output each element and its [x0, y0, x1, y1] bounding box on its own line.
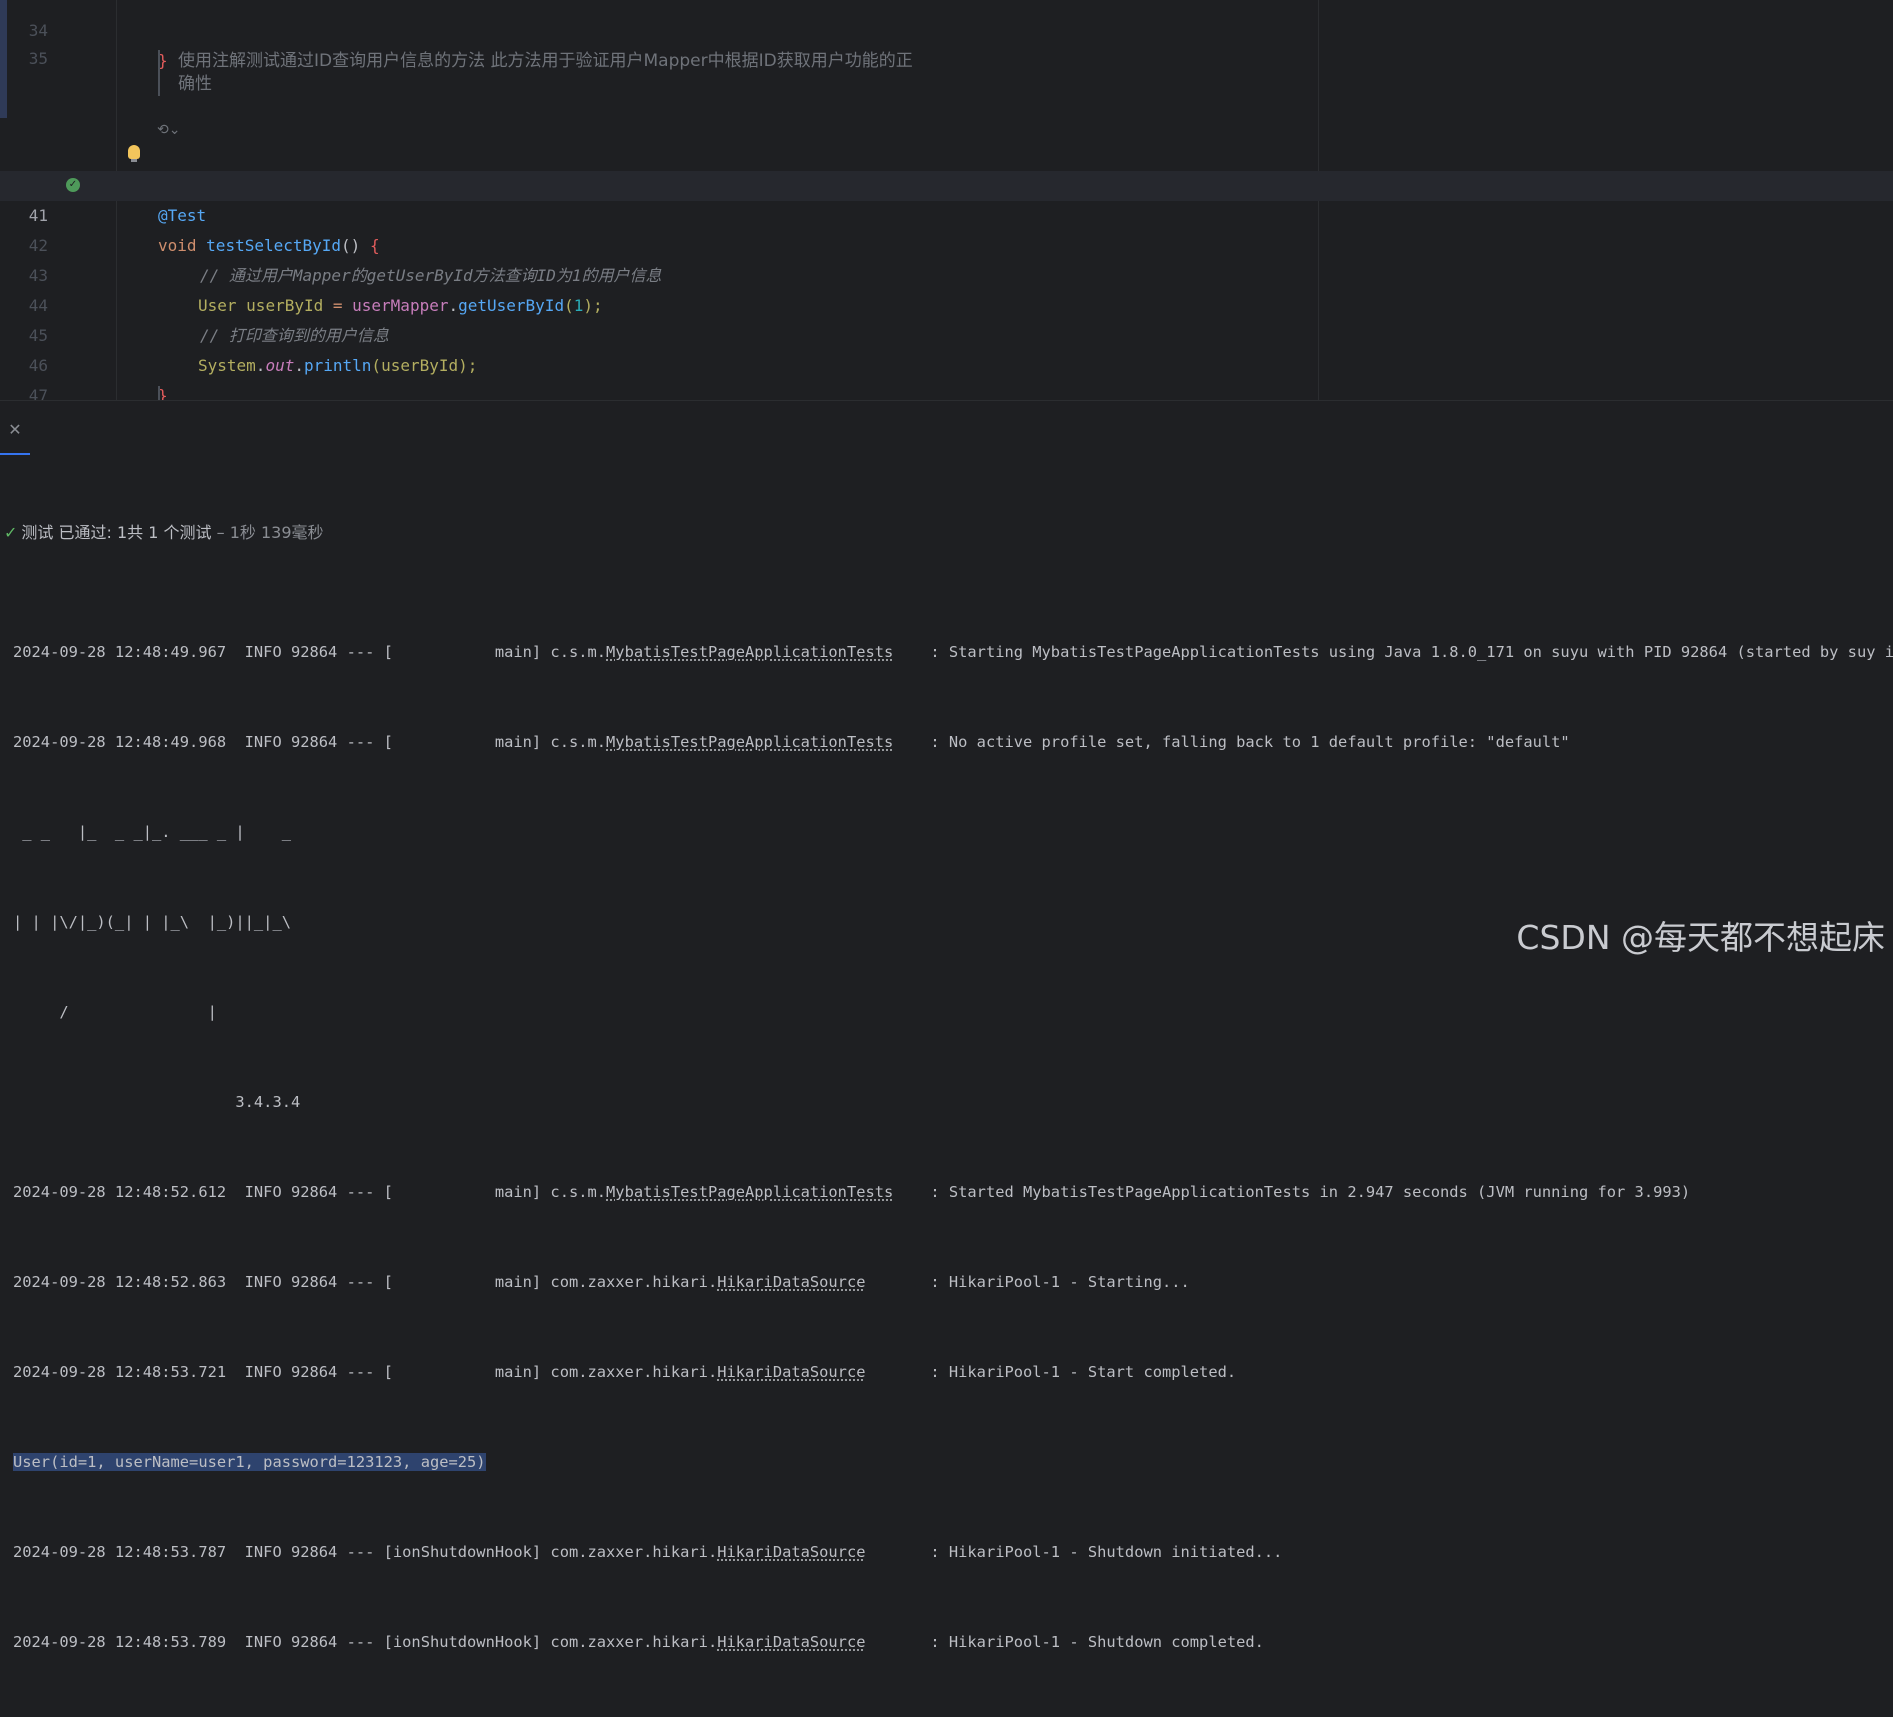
reader-mode-toggle-icon[interactable]: ⟲⌄ [157, 122, 180, 138]
log-prefix: 2024-09-28 12:48:49.968 INFO 92864 --- [… [13, 733, 607, 751]
log-message: : HikariPool-1 - Starting... [865, 1273, 1190, 1291]
log-line: 2024-09-28 12:48:52.612 INFO 92864 --- [… [13, 1177, 1893, 1207]
log-line: 2024-09-28 12:48:53.721 INFO 92864 --- [… [13, 1357, 1893, 1387]
class-link[interactable]: HikariDataSource [717, 1543, 865, 1561]
check-icon: ✓ [4, 523, 18, 542]
watermark: CSDN @每天都不想起床 [1512, 911, 1885, 959]
code-line-41[interactable]: 41 void testSelectById() { [0, 171, 1893, 255]
rendered-doc-comment[interactable]: 使用注解测试通过ID查询用户信息的方法 此方法用于验证用户Mapper中根据ID… [158, 50, 978, 96]
log-line: 2024-09-28 12:48:53.787 INFO 92864 --- [… [13, 1537, 1893, 1567]
log-message: : HikariPool-1 - Shutdown completed. [865, 1633, 1264, 1651]
log-line: 2024-09-28 12:48:49.968 INFO 92864 --- [… [13, 727, 1893, 757]
status-text: 测试 已通过: 1共 1 个测试 [21, 523, 212, 542]
run-tool-window[interactable]: ✕ ✓ 测试 已通过: 1共 1 个测试 – 1秒 139毫秒 2024-09-2… [0, 400, 1893, 1651]
log-prefix: 2024-09-28 12:48:53.789 INFO 92864 --- [… [13, 1633, 718, 1651]
log-line: 2024-09-28 12:48:53.789 INFO 92864 --- [… [13, 1627, 1893, 1657]
log-message: : HikariPool-1 - Shutdown initiated... [865, 1543, 1283, 1561]
code-line-42[interactable]: 42 // 通过用户Mapper的getUserById方法查询ID为1的用户信… [0, 201, 1893, 285]
code-line-45[interactable]: 45 System.out.println(userById); [0, 291, 1893, 375]
code-line-40[interactable]: 40 @Test [0, 141, 1893, 225]
log-line: 2024-09-28 12:48:52.863 INFO 92864 --- [… [13, 1267, 1893, 1297]
class-link[interactable]: HikariDataSource [717, 1273, 865, 1291]
class-link[interactable]: HikariDataSource [717, 1633, 865, 1651]
selected-output[interactable]: User(id=1, userName=user1, password=1231… [13, 1453, 486, 1471]
class-link[interactable]: MybatisTestPageApplicationTests [606, 733, 893, 751]
doc-comment-text: 确性 [178, 74, 212, 94]
result-line: User(id=1, userName=user1, password=1231… [13, 1447, 1893, 1477]
class-link[interactable]: HikariDataSource [717, 1363, 865, 1381]
class-link[interactable]: MybatisTestPageApplicationTests [606, 643, 893, 661]
log-message: : Starting MybatisTestPageApplicationTes… [893, 643, 1893, 661]
close-tab-button[interactable]: ✕ [0, 401, 30, 455]
log-prefix: 2024-09-28 12:48:52.863 INFO 92864 --- [… [13, 1273, 718, 1291]
run-test-icon[interactable]: ✓ [66, 178, 80, 192]
code-line-46[interactable]: 46 } [0, 321, 1893, 400]
log-line: 2024-09-28 12:48:49.967 INFO 92864 --- [… [13, 637, 1893, 667]
log-prefix: 2024-09-28 12:48:49.967 INFO 92864 --- [… [13, 643, 607, 661]
line-number: 35 [28, 49, 48, 68]
class-link[interactable]: MybatisTestPageApplicationTests [606, 1183, 893, 1201]
log-prefix: 2024-09-28 12:48:52.612 INFO 92864 --- [… [13, 1183, 607, 1201]
log-prefix: 2024-09-28 12:48:53.721 INFO 92864 --- [… [13, 1363, 718, 1381]
banner-line: _ _ |_ _ _|_. ___ _ | _ [13, 823, 291, 841]
log-prefix: 2024-09-28 12:48:53.787 INFO 92864 --- [… [13, 1543, 718, 1561]
code-line-35[interactable]: 35 [0, 14, 1893, 68]
log-message: : Started MybatisTestPageApplicationTest… [893, 1183, 1691, 1201]
console-output[interactable]: 2024-09-28 12:48:49.967 INFO 92864 --- [… [13, 577, 1893, 1717]
log-message: : HikariPool-1 - Start completed. [865, 1363, 1237, 1381]
close-icon: ✕ [8, 420, 22, 439]
doc-comment-text: 使用注解测试通过ID查询用户信息的方法 此方法用于验证用户Mapper中根据ID… [178, 51, 913, 71]
active-tab-indicator [0, 453, 30, 455]
test-status: ✓ 测试 已通过: 1共 1 个测试 – 1秒 139毫秒 [4, 519, 324, 543]
code-line-47[interactable]: 47 [0, 351, 1893, 400]
code-line-43[interactable]: 43 User userById = userMapper.getUserByI… [0, 231, 1893, 315]
log-message: : No active profile set, falling back to… [893, 733, 1570, 751]
banner-version: 3.4.3.4 [13, 1093, 301, 1111]
code-editor[interactable]: 34 } 35 使用注解测试通过ID查询用户信息的方法 此方法用于验证用户Map… [0, 0, 1893, 400]
doc-comment-border [158, 386, 160, 400]
code-line-44[interactable]: 44 // 打印查询到的用户信息 [0, 261, 1893, 345]
banner-line: / | [13, 1003, 217, 1021]
status-duration: – 1秒 139毫秒 [211, 523, 324, 542]
line-number: 47 [28, 386, 48, 400]
